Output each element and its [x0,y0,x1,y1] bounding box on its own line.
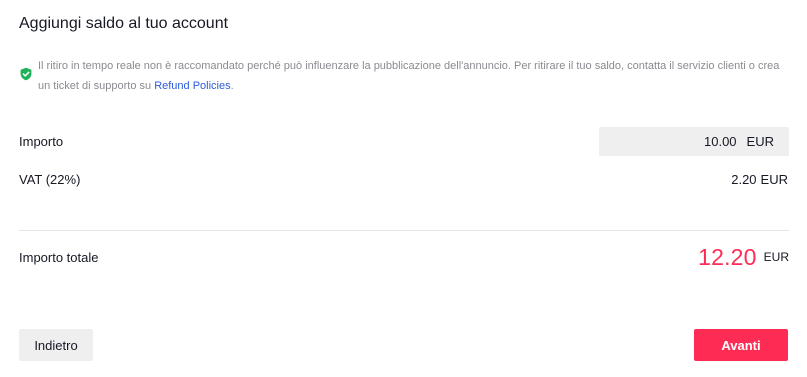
page-title: Aggiungi saldo al tuo account [19,15,229,32]
notice-body: Il ritiro in tempo reale non è raccomand… [38,60,780,92]
back-button[interactable]: Indietro [19,329,93,361]
amount-input[interactable]: 10.00 EUR [599,127,789,156]
amount-currency: EUR [746,134,774,149]
amount-label: Importo [19,134,64,149]
vat-value: 2.20 [731,172,757,187]
total-amount: 12.20 EUR [698,244,789,271]
total-label: Importo totale [19,250,99,265]
notice-suffix: . [230,80,234,92]
shield-check-icon [20,67,32,81]
add-balance-panel: Aggiungi saldo al tuo account Il ritiro … [0,0,807,377]
total-value: 12.20 [698,244,757,270]
vat-label: VAT (22%) [19,172,81,187]
amount-row: Importo 10.00 EUR [19,127,789,156]
vat-currency: EUR [760,172,788,187]
vat-amount: 2.20 EUR [731,172,789,187]
refund-policies-link[interactable]: Refund Policies [154,80,230,92]
divider [19,230,789,231]
total-row: Importo totale 12.20 EUR [19,244,789,271]
total-currency: EUR [763,249,789,264]
withdrawal-notice: Il ritiro in tempo reale non è raccomand… [19,56,789,96]
vat-row: VAT (22%) 2.20 EUR [19,172,789,187]
next-button[interactable]: Avanti [694,329,788,361]
notice-text: Il ritiro in tempo reale non è raccomand… [38,56,789,96]
amount-value: 10.00 [704,134,737,149]
